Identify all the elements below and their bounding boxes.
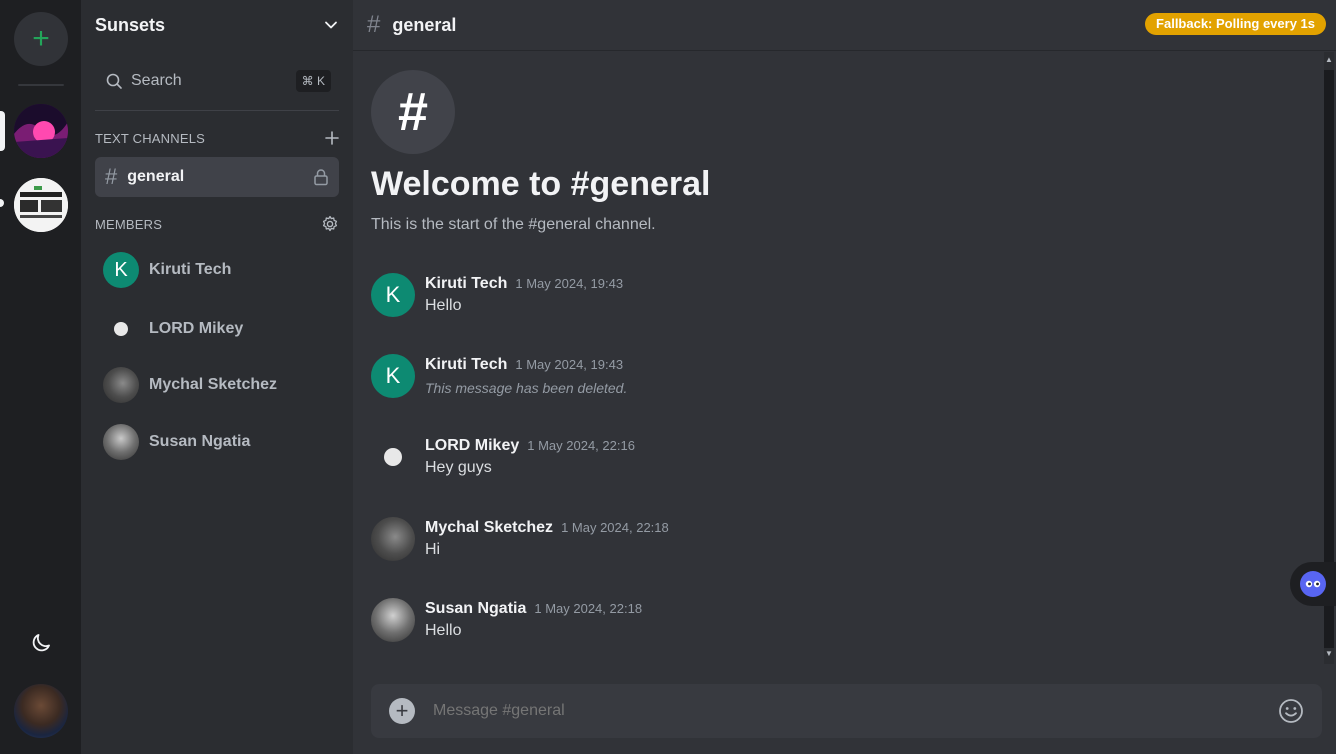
message-item[interactable]: Susan Ngatia 1 May 2024, 22:18 Hello bbox=[371, 598, 1271, 644]
chevron-down-icon bbox=[325, 21, 337, 29]
channel-sidebar: Sunsets Search ⌘ K TEXT CHANNELS # gener… bbox=[81, 0, 353, 754]
member-name: Susan Ngatia bbox=[149, 433, 251, 450]
add-server-button[interactable]: + bbox=[14, 12, 68, 66]
message-author[interactable]: Kiruti Tech bbox=[425, 275, 507, 292]
message-text: Hello bbox=[425, 622, 462, 639]
server-other-image bbox=[14, 178, 68, 232]
message-item[interactable]: LORD Mikey 1 May 2024, 22:16 Hey guys bbox=[371, 435, 1271, 481]
message-timestamp: 1 May 2024, 22:18 bbox=[534, 601, 643, 616]
message-timestamp: 1 May 2024, 22:18 bbox=[561, 520, 669, 535]
server-rail: + bbox=[0, 0, 81, 754]
member-item-lord-mikey[interactable]: LORD Mikey bbox=[103, 309, 243, 349]
message-item[interactable]: K Kiruti Tech 1 May 2024, 19:43 This mess… bbox=[371, 354, 1271, 400]
message-timestamp: 1 May 2024, 19:43 bbox=[515, 357, 624, 372]
member-avatar: K bbox=[103, 252, 139, 288]
message-avatar[interactable] bbox=[371, 435, 415, 479]
message-author[interactable]: Kiruti Tech bbox=[425, 356, 507, 373]
message-avatar[interactable] bbox=[371, 598, 415, 642]
scroll-down-arrow-icon[interactable]: ▼ bbox=[1325, 650, 1333, 658]
message-author[interactable]: LORD Mikey bbox=[425, 437, 519, 454]
member-name: LORD Mikey bbox=[149, 320, 244, 337]
message-header: Mychal Sketchez 1 May 2024, 22:18 bbox=[425, 519, 669, 537]
member-avatar bbox=[103, 367, 139, 403]
members-header: MEMBERS bbox=[95, 214, 339, 234]
server-rail-divider bbox=[18, 84, 64, 86]
plus-icon: + bbox=[32, 22, 50, 55]
search-placeholder: Search bbox=[131, 72, 182, 89]
search-shortcut-badge: ⌘ K bbox=[295, 70, 331, 92]
app-window: + Sunsets Search ⌘ K TEXT CHANNELS # gen… bbox=[0, 0, 1336, 754]
member-name: Mychal Sketchez bbox=[149, 376, 278, 393]
message-author[interactable]: Mychal Sketchez bbox=[425, 519, 553, 536]
message-timestamp: 1 May 2024, 19:43 bbox=[515, 276, 624, 291]
theme-toggle-moon-icon[interactable] bbox=[29, 631, 53, 655]
channel-item-label: general bbox=[127, 168, 185, 185]
message-author[interactable]: Susan Ngatia bbox=[425, 600, 526, 617]
emoji-picker-icon[interactable] bbox=[1278, 698, 1304, 724]
avatar-initial: K bbox=[385, 363, 401, 388]
text-channels-header: TEXT CHANNELS bbox=[95, 128, 339, 148]
server-header[interactable]: Sunsets bbox=[81, 0, 353, 50]
member-avatar bbox=[103, 424, 139, 460]
assistant-face-icon bbox=[1300, 571, 1326, 597]
message-text: Hello bbox=[425, 297, 462, 314]
message-timestamp: 1 May 2024, 22:16 bbox=[527, 438, 635, 453]
server-sunsets-image bbox=[14, 104, 68, 158]
member-item-susan-ngatia[interactable]: Susan Ngatia bbox=[103, 422, 250, 462]
channel-header: # general Fallback: Polling every 1s bbox=[353, 0, 1336, 51]
member-item-mychal-sketchez[interactable]: Mychal Sketchez bbox=[103, 365, 277, 405]
avatar-initial: K bbox=[114, 258, 128, 281]
message-avatar[interactable]: K bbox=[371, 354, 415, 398]
plus-icon: + bbox=[395, 698, 409, 723]
message-header: LORD Mikey 1 May 2024, 22:16 bbox=[425, 437, 635, 455]
message-item[interactable]: K Kiruti Tech 1 May 2024, 19:43 Hello bbox=[371, 273, 1271, 319]
hashtag-icon: # bbox=[367, 11, 381, 38]
message-avatar[interactable] bbox=[371, 517, 415, 561]
members-label: MEMBERS bbox=[95, 216, 163, 232]
search-box[interactable]: Search ⌘ K bbox=[95, 62, 339, 100]
current-user-avatar[interactable] bbox=[14, 684, 68, 738]
avatar-initial: K bbox=[385, 282, 401, 307]
server-name: Sunsets bbox=[95, 14, 166, 35]
member-name: Kiruti Tech bbox=[149, 261, 232, 278]
message-text: Hi bbox=[425, 541, 441, 558]
message-text: Hey guys bbox=[425, 459, 492, 476]
server-icon-other[interactable] bbox=[14, 178, 68, 232]
message-input[interactable] bbox=[433, 700, 1253, 722]
message-item[interactable]: Mychal Sketchez 1 May 2024, 22:18 Hi bbox=[371, 517, 1271, 563]
welcome-title: Welcome to #general bbox=[371, 165, 711, 203]
assistant-widget-button[interactable] bbox=[1290, 562, 1336, 606]
search-icon bbox=[106, 73, 122, 89]
server-icon-sunsets[interactable] bbox=[14, 104, 68, 158]
unread-server-indicator bbox=[0, 199, 4, 207]
channel-item-general[interactable]: # general bbox=[95, 157, 339, 197]
hashtag-icon: # bbox=[105, 164, 118, 189]
message-composer: + bbox=[371, 684, 1322, 738]
channel-title: general bbox=[392, 14, 457, 35]
chat-panel: # general Fallback: Polling every 1s # W… bbox=[353, 0, 1336, 754]
connection-status-badge: Fallback: Polling every 1s bbox=[1145, 13, 1326, 35]
gear-icon[interactable] bbox=[321, 215, 339, 233]
welcome-subtitle: This is the start of the #general channe… bbox=[371, 216, 656, 233]
lock-icon bbox=[314, 169, 328, 186]
text-channels-label: TEXT CHANNELS bbox=[95, 130, 205, 146]
scroll-up-arrow-icon[interactable]: ▲ bbox=[1325, 56, 1333, 64]
message-header: Susan Ngatia 1 May 2024, 22:18 bbox=[425, 600, 642, 618]
add-channel-plus-icon[interactable] bbox=[325, 131, 339, 145]
sidebar-divider bbox=[95, 110, 339, 111]
selected-server-indicator bbox=[0, 111, 5, 151]
message-header: Kiruti Tech 1 May 2024, 19:43 bbox=[425, 356, 623, 374]
message-header: Kiruti Tech 1 May 2024, 19:43 bbox=[425, 275, 623, 293]
member-item-kiruti-tech[interactable]: K Kiruti Tech bbox=[103, 250, 231, 290]
channel-hashtag-icon: # bbox=[371, 70, 455, 154]
attach-plus-button[interactable]: + bbox=[389, 698, 415, 724]
message-text-deleted: This message has been deleted. bbox=[425, 380, 628, 396]
member-avatar bbox=[103, 311, 139, 347]
message-avatar[interactable]: K bbox=[371, 273, 415, 317]
